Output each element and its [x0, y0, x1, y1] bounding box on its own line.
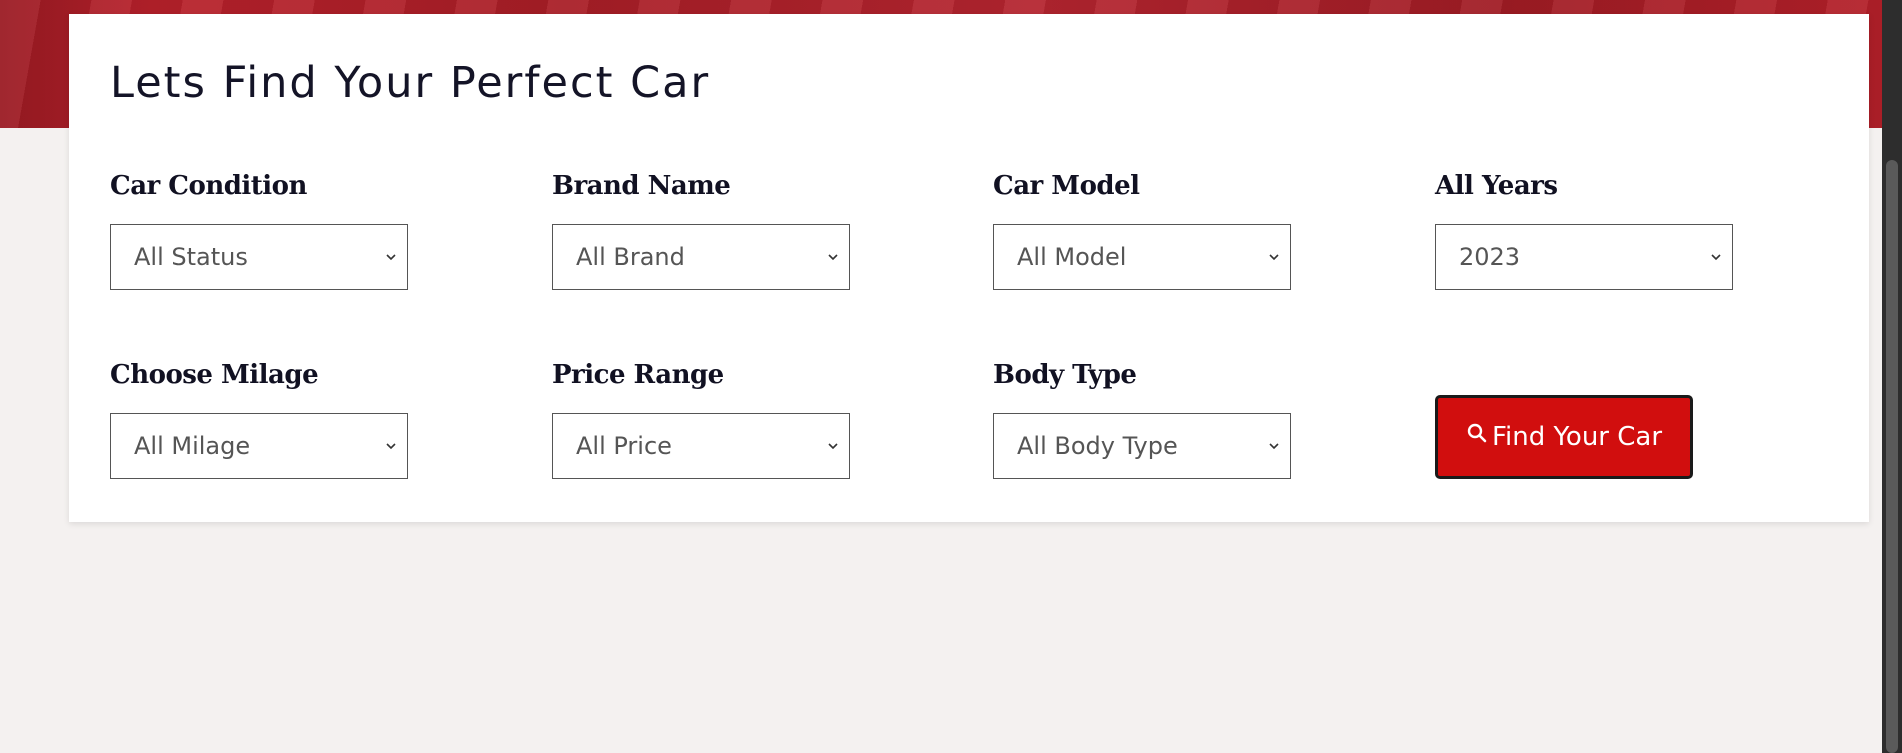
year-label: All Years — [1435, 171, 1558, 201]
brand-name-field: Brand Name All Brand — [552, 168, 852, 290]
milage-select[interactable]: All Milage — [110, 413, 408, 479]
search-title: Lets Find Your Perfect Car — [110, 58, 711, 108]
find-your-car-button[interactable]: Find Your Car — [1435, 395, 1693, 479]
body-type-label: Body Type — [993, 360, 1137, 390]
chevron-down-icon — [386, 443, 396, 450]
car-condition-value: All Status — [134, 243, 248, 271]
chevron-down-icon — [1711, 254, 1721, 261]
body-type-value: All Body Type — [1017, 432, 1178, 460]
milage-value: All Milage — [134, 432, 251, 460]
car-search-card: Lets Find Your Perfect Car Car Condition… — [69, 14, 1869, 522]
car-condition-label: Car Condition — [110, 171, 307, 201]
page: Lets Find Your Perfect Car Car Condition… — [0, 0, 1902, 753]
car-model-select[interactable]: All Model — [993, 224, 1291, 290]
price-range-value: All Price — [576, 432, 672, 460]
body-type-select[interactable]: All Body Type — [993, 413, 1291, 479]
year-select[interactable]: 2023 — [1435, 224, 1733, 290]
car-model-value: All Model — [1017, 243, 1127, 271]
search-icon — [1467, 423, 1487, 443]
car-model-label: Car Model — [993, 171, 1140, 201]
price-range-label: Price Range — [552, 360, 724, 390]
car-condition-field: Car Condition All Status — [110, 168, 410, 290]
body-type-field: Body Type All Body Type — [993, 357, 1293, 479]
brand-name-label: Brand Name — [552, 171, 731, 201]
chevron-down-icon — [1269, 443, 1279, 450]
brand-name-select[interactable]: All Brand — [552, 224, 850, 290]
chevron-down-icon — [386, 254, 396, 261]
car-condition-select[interactable]: All Status — [110, 224, 408, 290]
year-field: All Years 2023 — [1435, 168, 1735, 290]
year-value: 2023 — [1459, 243, 1521, 271]
find-your-car-label: Find Your Car — [1491, 422, 1663, 452]
price-range-field: Price Range All Price — [552, 357, 852, 479]
chevron-down-icon — [828, 254, 838, 261]
brand-name-value: All Brand — [576, 243, 685, 271]
page-scrollbar[interactable] — [1882, 0, 1902, 753]
car-model-field: Car Model All Model — [993, 168, 1293, 290]
scrollbar-thumb[interactable] — [1886, 160, 1898, 753]
price-range-select[interactable]: All Price — [552, 413, 850, 479]
chevron-down-icon — [828, 443, 838, 450]
chevron-down-icon — [1269, 254, 1279, 261]
milage-field: Choose Milage All Milage — [110, 357, 410, 479]
milage-label: Choose Milage — [110, 360, 319, 390]
